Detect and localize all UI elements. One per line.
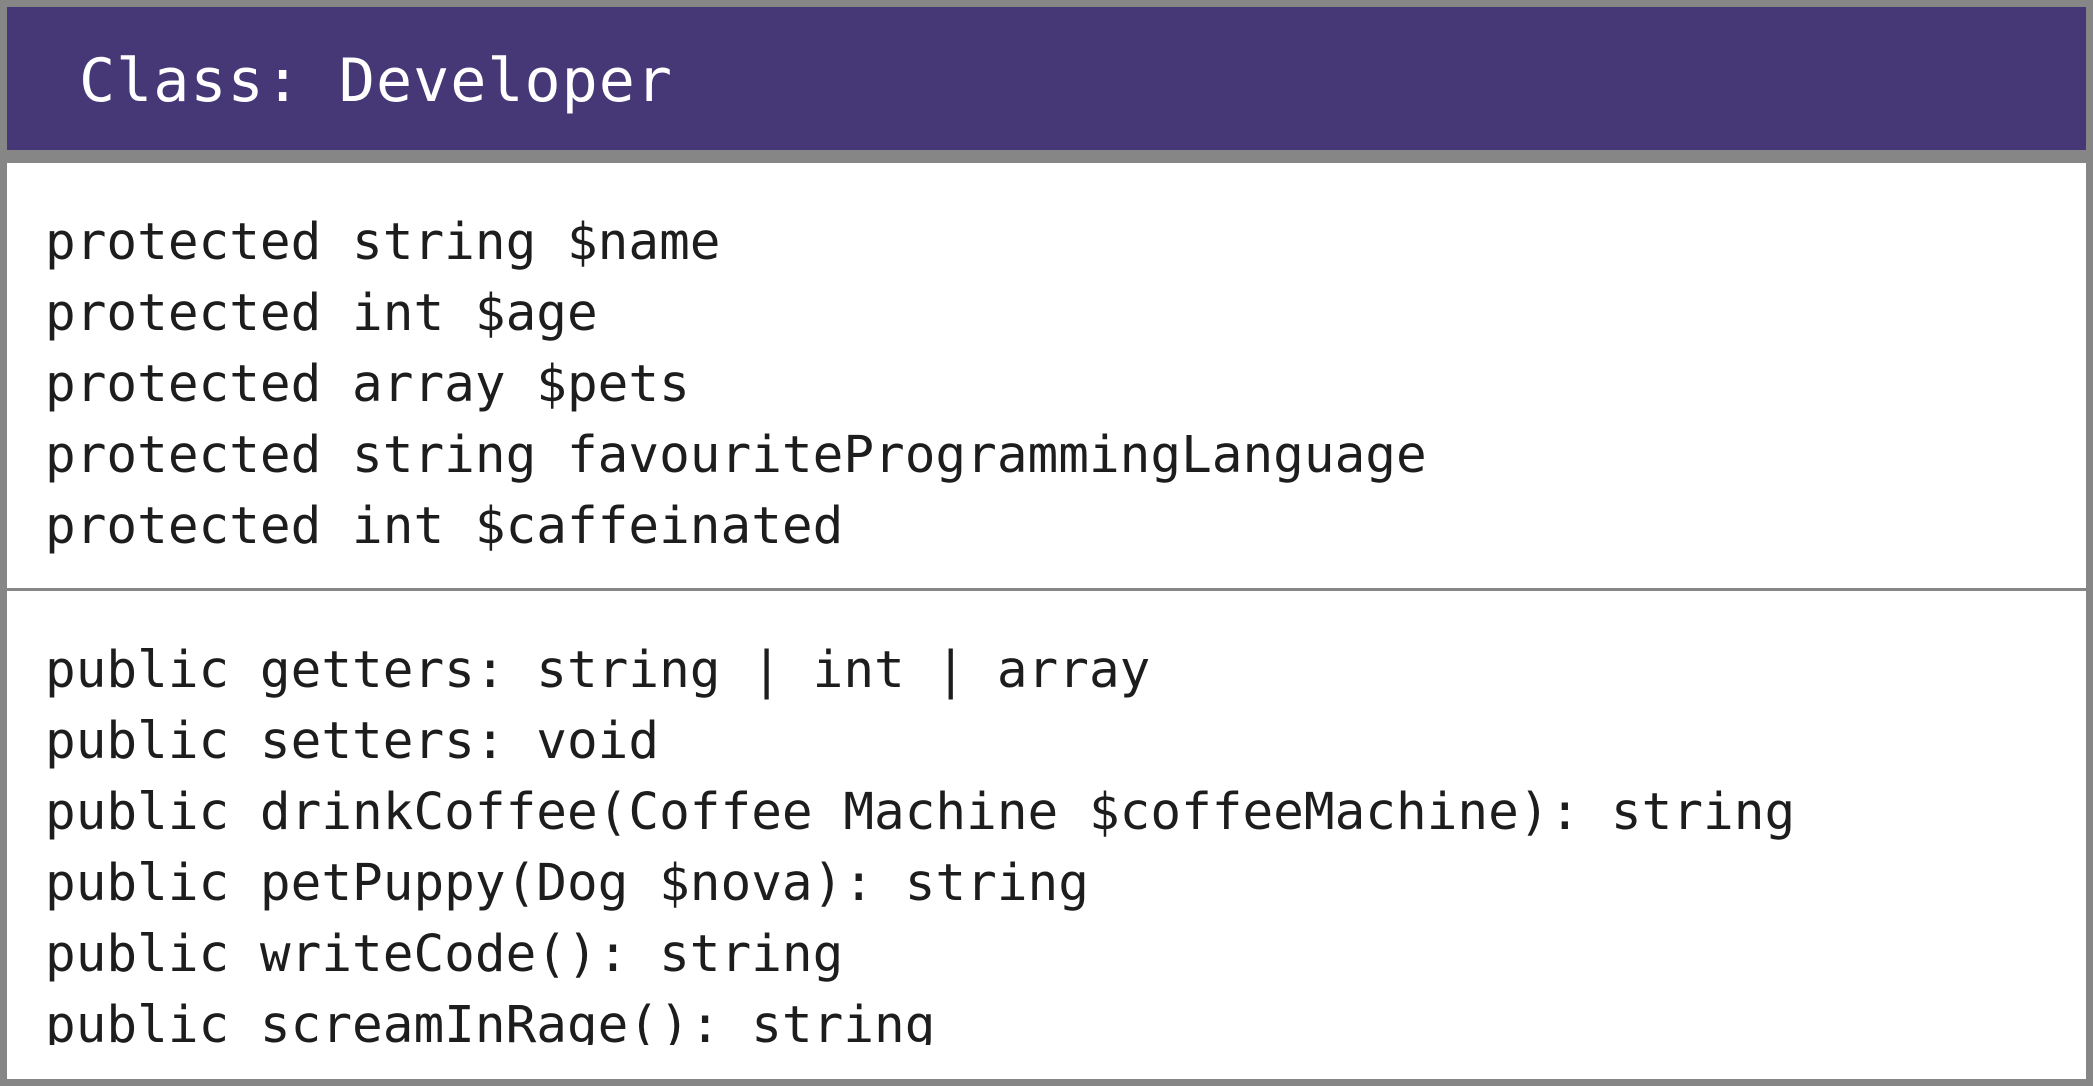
method-item: public writeCode(): string: [45, 925, 844, 984]
class-header: Class: Developer: [7, 7, 2086, 163]
method-item: public drinkCoffee(Coffee Machine $coffe…: [45, 783, 1796, 842]
attributes-section: protected string $name protected int $ag…: [7, 163, 2086, 591]
attribute-item: protected int $caffeinated: [45, 497, 844, 556]
method-item: public screamInRage(): string: [45, 996, 936, 1045]
method-item: public setters: void: [45, 712, 660, 771]
method-item: public petPuppy(Dog $nova): string: [45, 854, 1089, 913]
method-item: public getters: string | int | array: [45, 641, 1151, 700]
attribute-item: protected int $age: [45, 284, 598, 343]
class-title: Class: Developer: [79, 46, 673, 116]
methods-section: public getters: string | int | array pub…: [7, 591, 2086, 1045]
attribute-item: protected array $pets: [45, 355, 690, 414]
attribute-item: protected string favouriteProgrammingLan…: [45, 426, 1427, 485]
attribute-item: protected string $name: [45, 213, 721, 272]
uml-class-box: Class: Developer protected string $name …: [0, 0, 2093, 1086]
